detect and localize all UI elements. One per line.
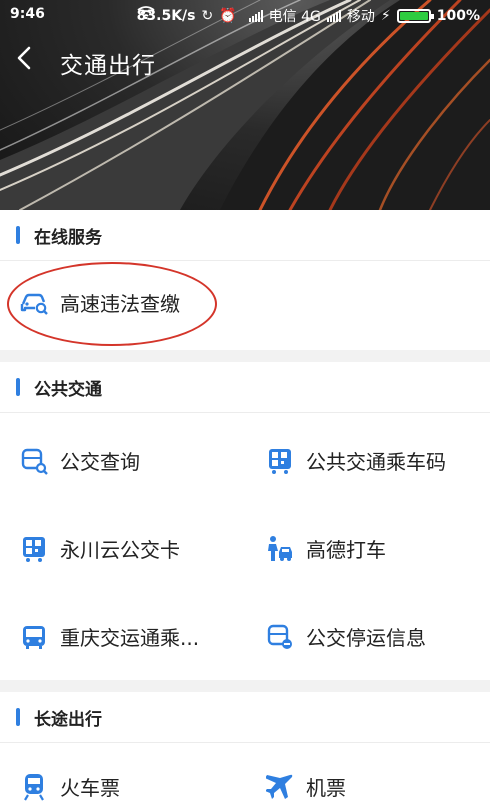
section-accent-bar (16, 378, 20, 396)
service-label: 火车票 (60, 776, 120, 800)
service-item-chongqing-jiaoyuntong[interactable]: 重庆交运通乘... (20, 622, 199, 651)
qr-card-icon (20, 535, 48, 563)
service-label: 高德打车 (306, 538, 386, 562)
section-accent-bar (16, 708, 20, 726)
service-label: 机票 (306, 776, 346, 800)
service-label: 公交查询 (60, 450, 140, 474)
highway-background-image (0, 0, 490, 210)
chevron-left-icon (17, 46, 31, 70)
title-bar: 交通出行 (0, 38, 490, 82)
service-item-flight-ticket[interactable]: 机票 (266, 772, 346, 801)
section-accent-bar (16, 226, 20, 244)
plane-icon (266, 773, 294, 801)
service-item-yongchuan-bus-card[interactable]: 永川云公交卡 (20, 534, 180, 563)
battery-percent: 100% (436, 8, 480, 24)
signal-icon (248, 10, 263, 22)
bus-front-icon (20, 623, 48, 651)
signal-icon-2 (326, 10, 341, 22)
section-online-service: 在线服务 高速违法查缴 (0, 210, 490, 350)
bus-search-icon (20, 447, 48, 475)
service-label: 永川云公交卡 (60, 538, 180, 562)
section-title: 在线服务 (34, 227, 102, 248)
qr-bus-icon (266, 447, 294, 475)
section-long-distance: 长途出行 火车票 机票 (0, 692, 490, 808)
train-icon (20, 773, 48, 801)
service-item-highway-violation[interactable]: 高速违法查缴 (20, 288, 180, 317)
section-public-transport: 公共交通 公交查询 公共交通乘车码 永川云公交卡 高德打车 重庆交运通乘... (0, 362, 490, 680)
service-item-transit-qr-code[interactable]: 公共交通乘车码 (266, 446, 446, 475)
service-item-bus-query[interactable]: 公交查询 (20, 446, 140, 475)
service-item-train-ticket[interactable]: 火车票 (20, 772, 120, 801)
status-bar: 9:46 83.5K/s ↻ ⏰ 电信 4G 移动 ⚡ 100% (0, 0, 490, 30)
section-header: 在线服务 (0, 210, 490, 261)
service-label: 公共交通乘车码 (306, 450, 446, 474)
section-header: 长途出行 (0, 692, 490, 743)
battery-icon (396, 9, 434, 23)
alarm-icon: ⏰ (219, 8, 237, 24)
service-label: 高速违法查缴 (60, 292, 180, 316)
service-item-amap-taxi[interactable]: 高德打车 (266, 534, 386, 563)
carrier-2: 移动 (346, 9, 375, 25)
service-label: 公交停运信息 (306, 626, 426, 650)
status-right: 83.5K/s ↻ ⏰ 电信 4G 移动 ⚡ 100% (137, 6, 480, 26)
service-label: 重庆交运通乘... (60, 626, 200, 650)
section-title: 长途出行 (34, 709, 102, 730)
page-title: 交通出行 (60, 53, 156, 79)
bus-stop-icon (266, 623, 294, 651)
person-car-icon (266, 535, 294, 563)
charging-icon: ⚡ (380, 8, 391, 24)
sync-icon: ↻ (201, 8, 214, 24)
back-button[interactable] (16, 46, 46, 76)
section-title: 公共交通 (34, 379, 102, 400)
service-item-bus-suspension-info[interactable]: 公交停运信息 (266, 622, 426, 651)
status-time: 9:46 (10, 6, 45, 22)
carrier-1: 电信 4G (268, 9, 321, 25)
header-banner: 9:46 83.5K/s ↻ ⏰ 电信 4G 移动 ⚡ 100% 交通出行 (0, 0, 490, 210)
car-search-icon (20, 289, 48, 317)
section-header: 公共交通 (0, 362, 490, 413)
